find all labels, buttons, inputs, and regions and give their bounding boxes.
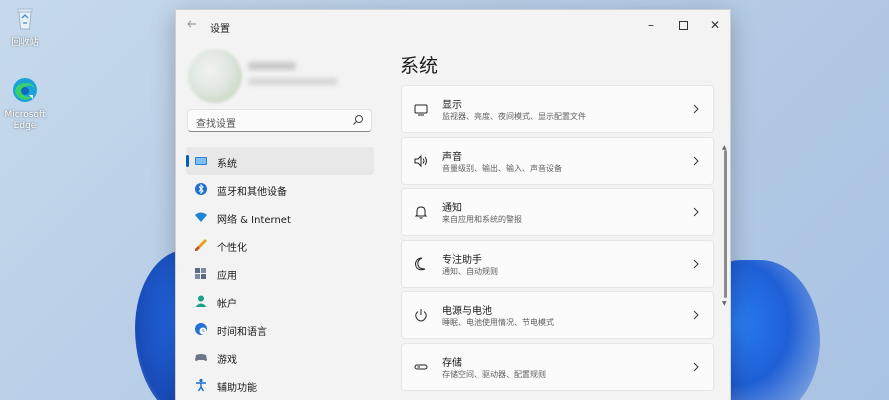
sidebar-item-label: 辅助功能 [217, 383, 257, 394]
sidebar-item-label: 网络 & Internet [217, 215, 291, 226]
card-title: 显示 [442, 100, 462, 111]
maximize-button[interactable] [668, 14, 698, 36]
card-sound[interactable]: 声音 音量级别、输出、输入、声音设备 [401, 136, 714, 185]
settings-card-list: 显示 监视器、亮度、夜间模式、显示配置文件 声音 音量级别、输出、输入、声音设备… [401, 85, 714, 394]
maximize-icon [678, 21, 688, 30]
wifi-icon [195, 212, 207, 222]
card-title: 专注助手 [442, 254, 482, 266]
sidebar-item-accounts[interactable]: 帐户 [186, 287, 374, 315]
chevron-right-icon [693, 362, 699, 371]
card-subtitle: 睡眠、电池使用情况、节电模式 [442, 318, 554, 327]
card-storage[interactable]: 存储 存储空间、驱动器、配置规则 [401, 342, 714, 391]
gamepad-icon [195, 354, 207, 361]
profile-email-blurred [248, 78, 338, 85]
speaker-icon [414, 154, 427, 167]
back-button[interactable] [184, 18, 200, 34]
sidebar-item-personalization[interactable]: 个性化 [186, 231, 374, 259]
scrollbar-thumb[interactable] [724, 150, 727, 298]
card-focus-assist[interactable]: 专注助手 通知、自动规则 [401, 239, 714, 288]
sidebar-item-time-language[interactable]: 时间和语言 [186, 315, 374, 343]
card-title: 存储 [442, 357, 462, 369]
card-title: 电源与电池 [442, 306, 492, 317]
sidebar-item-apps[interactable]: 应用 [186, 259, 374, 287]
edge-icon [13, 78, 37, 102]
avatar [188, 49, 242, 103]
close-button[interactable]: ✕ [700, 14, 730, 36]
card-subtitle: 通知、自动规则 [442, 266, 498, 276]
storage-icon [414, 364, 428, 369]
search-input[interactable]: 查找设置 [187, 109, 372, 132]
card-title: 声音 [442, 151, 462, 163]
monitor-icon [195, 157, 207, 165]
recycle-bin-label: 回收站 [11, 38, 39, 48]
edge-label: Microsoft Edge [4, 110, 46, 131]
sidebar-item-accessibility[interactable]: 辅助功能 [186, 371, 374, 399]
sidebar-item-system[interactable]: 系统 [186, 147, 374, 175]
bluetooth-icon [195, 183, 207, 195]
card-subtitle: 来自应用和系统的警报 [442, 215, 522, 224]
card-display[interactable]: 显示 监视器、亮度、夜间模式、显示配置文件 [401, 85, 714, 133]
window-title: 设置 [210, 24, 230, 35]
chevron-right-icon [693, 310, 699, 320]
chevron-right-icon [693, 104, 699, 114]
title-bar: 设置 – ✕ [176, 10, 730, 42]
search-placeholder: 查找设置 [196, 119, 236, 130]
display-icon [414, 104, 428, 116]
card-subtitle: 监视器、亮度、夜间模式、显示配置文件 [442, 112, 586, 121]
search-icon [353, 115, 363, 125]
profile-name-blurred [248, 62, 296, 70]
sidebar-nav: 系统 蓝牙和其他设备 网络 & Internet 个性化 应用 帐户 时间和语言… [186, 147, 374, 399]
card-power-battery[interactable]: 电源与电池 睡眠、电池使用情况、节电模式 [401, 291, 714, 339]
settings-window: 设置 – ✕ 查找设置 系统 蓝牙和其他设备 网络 & Internet 个性化… [175, 9, 731, 400]
card-subtitle: 音量级别、输出、输入、声音设备 [442, 163, 562, 173]
card-notifications[interactable]: 通知 来自应用和系统的警报 [401, 188, 714, 236]
account-icon [195, 295, 207, 307]
chevron-right-icon [693, 156, 699, 165]
user-profile[interactable] [186, 46, 376, 106]
sidebar-item-label: 系统 [217, 159, 237, 170]
sidebar-item-label: 蓝牙和其他设备 [217, 187, 287, 198]
arrow-left-icon [187, 20, 196, 28]
page-title: 系统 [400, 55, 439, 77]
power-icon [415, 309, 427, 322]
moon-icon [415, 257, 426, 270]
scroll-down-arrow[interactable]: ▼ [722, 300, 727, 307]
sidebar-item-label: 帐户 [217, 299, 237, 310]
sidebar-item-label: 应用 [217, 271, 237, 282]
desktop-recycle-bin[interactable]: 回收站 [0, 4, 52, 49]
sidebar-item-label: 个性化 [217, 243, 247, 254]
card-title: 通知 [442, 203, 462, 214]
apps-icon [195, 268, 206, 279]
sidebar-item-label: 时间和语言 [217, 327, 267, 338]
recycle-bin-icon [17, 8, 33, 30]
bell-icon [414, 206, 428, 219]
sidebar-item-network[interactable]: 网络 & Internet [186, 203, 374, 231]
sidebar-item-gaming[interactable]: 游戏 [186, 343, 374, 371]
globe-clock-icon [195, 323, 207, 335]
minimize-button[interactable]: – [636, 14, 666, 36]
sidebar-item-bluetooth[interactable]: 蓝牙和其他设备 [186, 175, 374, 203]
sidebar-item-label: 游戏 [217, 355, 237, 366]
card-subtitle: 存储空间、驱动器、配置规则 [442, 369, 546, 379]
chevron-right-icon [693, 207, 699, 217]
accessibility-icon [196, 378, 206, 392]
brush-icon [195, 239, 207, 251]
desktop-edge[interactable]: Microsoft Edge [0, 76, 52, 132]
chevron-right-icon [693, 259, 699, 268]
